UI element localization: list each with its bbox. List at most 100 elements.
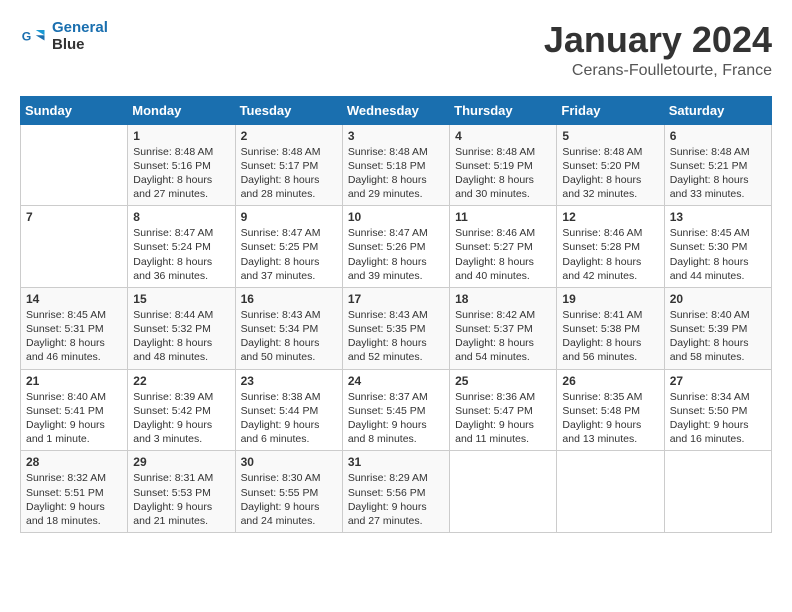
- day-number: 8: [133, 210, 229, 224]
- calendar-cell: 9Sunrise: 8:47 AMSunset: 5:25 PMDaylight…: [235, 206, 342, 288]
- calendar-cell: 22 Sunrise: 8:39 AMSunset: 5:42 PMDayligh…: [128, 369, 235, 451]
- week-row-4: 21 Sunrise: 8:40 AMSunset: 5:41 PMDayligh…: [21, 369, 772, 451]
- weekday-header-tuesday: Tuesday: [235, 96, 342, 124]
- day-number: 10: [348, 210, 444, 224]
- calendar-cell: 6Sunrise: 8:48 AMSunset: 5:21 PMDaylight…: [664, 124, 771, 206]
- title-block: January 2024 Cerans-Foulletourte, France: [544, 20, 772, 80]
- cell-details: Sunrise: 8:47 AMSunset: 5:26 PMDaylight:…: [348, 226, 444, 283]
- cell-details: Sunrise: 8:46 AMSunset: 5:28 PMDaylight:…: [562, 226, 658, 283]
- cell-details: Sunrise: 8:29 AMSunset: 5:56 PMDaylight:…: [348, 471, 444, 528]
- cell-details: Sunrise: 8:48 AMSunset: 5:21 PMDaylight:…: [670, 145, 766, 202]
- calendar-cell: 15 Sunrise: 8:44 AMSunset: 5:32 PMDayligh…: [128, 287, 235, 369]
- day-number: 1: [133, 129, 229, 143]
- cell-details: Sunrise: 8:39 AMSunset: 5:42 PMDaylight:…: [133, 390, 229, 447]
- calendar-cell: 11 Sunrise: 8:46 AMSunset: 5:27 PMDayligh…: [450, 206, 557, 288]
- day-number: 27: [670, 374, 766, 388]
- day-number: 26: [562, 374, 658, 388]
- weekday-header-saturday: Saturday: [664, 96, 771, 124]
- calendar-cell: 3 Sunrise: 8:48 AMSunset: 5:18 PMDaylight…: [342, 124, 449, 206]
- day-number: 16: [241, 292, 337, 306]
- cell-details: Sunrise: 8:37 AMSunset: 5:45 PMDaylight:…: [348, 390, 444, 447]
- day-number: 21: [26, 374, 122, 388]
- weekday-header-monday: Monday: [128, 96, 235, 124]
- calendar-cell: 29Sunrise: 8:31 AMSunset: 5:53 PMDayligh…: [128, 451, 235, 533]
- day-number: 3: [348, 129, 444, 143]
- logo-line1: General: [52, 19, 108, 36]
- calendar-cell: 7: [21, 206, 128, 288]
- cell-details: Sunrise: 8:44 AMSunset: 5:32 PMDaylight:…: [133, 308, 229, 365]
- day-number: 5: [562, 129, 658, 143]
- calendar-cell: 17 Sunrise: 8:43 AMSunset: 5:35 PMDayligh…: [342, 287, 449, 369]
- cell-details: Sunrise: 8:45 AMSunset: 5:30 PMDaylight:…: [670, 226, 766, 283]
- calendar-cell: 14 Sunrise: 8:45 AMSunset: 5:31 PMDayligh…: [21, 287, 128, 369]
- cell-details: Sunrise: 8:42 AMSunset: 5:37 PMDaylight:…: [455, 308, 551, 365]
- day-number: 17: [348, 292, 444, 306]
- weekday-header-thursday: Thursday: [450, 96, 557, 124]
- calendar-cell: 23 Sunrise: 8:38 AMSunset: 5:44 PMDayligh…: [235, 369, 342, 451]
- day-number: 19: [562, 292, 658, 306]
- calendar-body: 1 Sunrise: 8:48 AMSunset: 5:16 PMDaylight…: [21, 124, 772, 532]
- page-header: G General Blue January 2024 Cerans-Foull…: [20, 20, 772, 80]
- calendar-cell: 13 Sunrise: 8:45 AMSunset: 5:30 PMDayligh…: [664, 206, 771, 288]
- calendar-cell: 21 Sunrise: 8:40 AMSunset: 5:41 PMDayligh…: [21, 369, 128, 451]
- day-number: 11: [455, 210, 551, 224]
- day-number: 13: [670, 210, 766, 224]
- cell-details: Sunrise: 8:34 AMSunset: 5:50 PMDaylight:…: [670, 390, 766, 447]
- month-title: January 2024: [544, 20, 772, 60]
- calendar-cell: 27 Sunrise: 8:34 AMSunset: 5:50 PMDayligh…: [664, 369, 771, 451]
- cell-details: Sunrise: 8:40 AMSunset: 5:41 PMDaylight:…: [26, 390, 122, 447]
- weekday-header-sunday: Sunday: [21, 96, 128, 124]
- calendar-cell: 26 Sunrise: 8:35 AMSunset: 5:48 PMDayligh…: [557, 369, 664, 451]
- day-number: 31: [348, 455, 444, 469]
- week-row-1: 1 Sunrise: 8:48 AMSunset: 5:16 PMDaylight…: [21, 124, 772, 206]
- day-number: 9: [241, 210, 337, 224]
- calendar-cell: 20 Sunrise: 8:40 AMSunset: 5:39 PMDayligh…: [664, 287, 771, 369]
- cell-details: Sunrise: 8:48 AMSunset: 5:19 PMDaylight:…: [455, 145, 551, 202]
- day-number: 24: [348, 374, 444, 388]
- cell-details: Sunrise: 8:48 AMSunset: 5:18 PMDaylight:…: [348, 145, 444, 202]
- cell-details: Sunrise: 8:41 AMSunset: 5:38 PMDaylight:…: [562, 308, 658, 365]
- day-number: 18: [455, 292, 551, 306]
- calendar-cell: 28Sunrise: 8:32 AMSunset: 5:51 PMDayligh…: [21, 451, 128, 533]
- calendar-cell: 10 Sunrise: 8:47 AMSunset: 5:26 PMDayligh…: [342, 206, 449, 288]
- day-number: 4: [455, 129, 551, 143]
- day-number: 7: [26, 210, 122, 224]
- cell-details: Sunrise: 8:47 AMSunset: 5:24 PMDaylight:…: [133, 226, 229, 283]
- cell-details: Sunrise: 8:38 AMSunset: 5:44 PMDaylight:…: [241, 390, 337, 447]
- calendar-cell: 25 Sunrise: 8:36 AMSunset: 5:47 PMDayligh…: [450, 369, 557, 451]
- svg-text:G: G: [22, 29, 32, 43]
- calendar-cell: 18 Sunrise: 8:42 AMSunset: 5:37 PMDayligh…: [450, 287, 557, 369]
- calendar-table: SundayMondayTuesdayWednesdayThursdayFrid…: [20, 96, 772, 533]
- calendar-cell: 2Sunrise: 8:48 AMSunset: 5:17 PMDaylight…: [235, 124, 342, 206]
- calendar-cell: [450, 451, 557, 533]
- day-number: 29: [133, 455, 229, 469]
- cell-details: Sunrise: 8:48 AMSunset: 5:16 PMDaylight:…: [133, 145, 229, 202]
- day-number: 23: [241, 374, 337, 388]
- day-number: 30: [241, 455, 337, 469]
- day-number: 15: [133, 292, 229, 306]
- cell-details: Sunrise: 8:36 AMSunset: 5:47 PMDaylight:…: [455, 390, 551, 447]
- day-number: 20: [670, 292, 766, 306]
- calendar-cell: 16Sunrise: 8:43 AMSunset: 5:34 PMDayligh…: [235, 287, 342, 369]
- cell-details: Sunrise: 8:32 AMSunset: 5:51 PMDaylight:…: [26, 471, 122, 528]
- calendar-cell: 30Sunrise: 8:30 AMSunset: 5:55 PMDayligh…: [235, 451, 342, 533]
- calendar-cell: 31 Sunrise: 8:29 AMSunset: 5:56 PMDayligh…: [342, 451, 449, 533]
- cell-details: Sunrise: 8:48 AMSunset: 5:20 PMDaylight:…: [562, 145, 658, 202]
- day-number: 22: [133, 374, 229, 388]
- calendar-cell: [664, 451, 771, 533]
- cell-details: Sunrise: 8:48 AMSunset: 5:17 PMDaylight:…: [241, 145, 337, 202]
- weekday-header-row: SundayMondayTuesdayWednesdayThursdayFrid…: [21, 96, 772, 124]
- cell-details: Sunrise: 8:46 AMSunset: 5:27 PMDaylight:…: [455, 226, 551, 283]
- day-number: 25: [455, 374, 551, 388]
- cell-details: Sunrise: 8:45 AMSunset: 5:31 PMDaylight:…: [26, 308, 122, 365]
- week-row-2: 78 Sunrise: 8:47 AMSunset: 5:24 PMDayligh…: [21, 206, 772, 288]
- calendar-cell: [21, 124, 128, 206]
- calendar-cell: [557, 451, 664, 533]
- cell-details: Sunrise: 8:43 AMSunset: 5:35 PMDaylight:…: [348, 308, 444, 365]
- cell-details: Sunrise: 8:35 AMSunset: 5:48 PMDaylight:…: [562, 390, 658, 447]
- cell-details: Sunrise: 8:40 AMSunset: 5:39 PMDaylight:…: [670, 308, 766, 365]
- weekday-header-friday: Friday: [557, 96, 664, 124]
- calendar-cell: 19 Sunrise: 8:41 AMSunset: 5:38 PMDayligh…: [557, 287, 664, 369]
- location-subtitle: Cerans-Foulletourte, France: [544, 62, 772, 80]
- day-number: 14: [26, 292, 122, 306]
